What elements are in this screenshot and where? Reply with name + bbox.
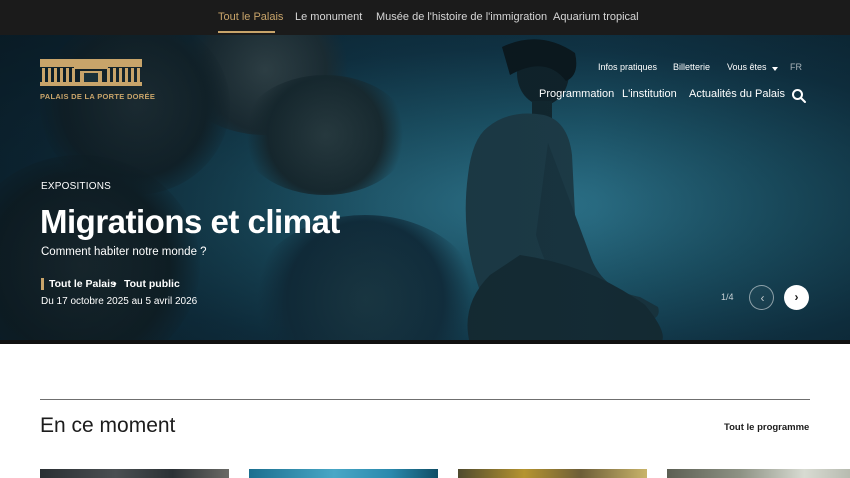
tab-musee-immigration[interactable]: Musée de l'histoire de l'immigration xyxy=(376,11,547,23)
infos-pratiques-link[interactable]: Infos pratiques xyxy=(598,62,657,72)
hero-dates: Du 17 octobre 2025 au 5 avril 2026 xyxy=(41,296,198,307)
event-card-thumbnail[interactable] xyxy=(249,469,438,478)
logo-wordmark: PALAIS DE LA PORTE DORÉE xyxy=(40,92,156,101)
tab-tout-le-palais[interactable]: Tout le Palais xyxy=(218,11,283,23)
site-switcher-bar: Tout le Palais Le monument Musée de l'hi… xyxy=(0,0,850,35)
search-icon[interactable] xyxy=(791,88,807,104)
tout-le-programme-link[interactable]: Tout le programme xyxy=(724,422,809,433)
event-card-thumbnail[interactable] xyxy=(40,469,229,478)
tab-le-monument[interactable]: Le monument xyxy=(295,11,362,23)
section-divider xyxy=(40,399,810,400)
carousel-prev-button[interactable]: ‹ xyxy=(749,285,774,310)
nav-institution[interactable]: L'institution xyxy=(622,88,677,100)
event-card-thumbnail[interactable] xyxy=(458,469,647,478)
hero-bottom-strip xyxy=(0,340,850,344)
slide-counter: 1/4 xyxy=(721,292,734,302)
event-card-thumbnail[interactable] xyxy=(667,469,850,478)
nav-actualites[interactable]: Actualités du Palais xyxy=(689,88,785,100)
active-tab-indicator xyxy=(218,31,275,33)
language-switch[interactable]: FR xyxy=(790,62,802,72)
meta-separator: • xyxy=(113,278,117,290)
nav-programmation[interactable]: Programmation xyxy=(539,88,614,100)
hero-carousel: PALAIS DE LA PORTE DORÉE Infos pratiques… xyxy=(0,35,850,344)
tab-aquarium-tropical[interactable]: Aquarium tropical xyxy=(553,11,639,23)
hero-audience-tag: Tout public xyxy=(124,278,180,290)
meta-accent-bar xyxy=(41,278,44,290)
palais-logo-icon[interactable] xyxy=(40,59,142,89)
hero-location-tag: Tout le Palais xyxy=(49,278,116,290)
caret-down-icon[interactable] xyxy=(772,67,778,71)
hero-category: EXPOSITIONS xyxy=(41,181,111,192)
section-title: En ce moment xyxy=(40,414,176,437)
billetterie-link[interactable]: Billetterie xyxy=(673,62,710,72)
hero-subtitle: Comment habiter notre monde ? xyxy=(41,246,207,258)
carousel-next-button[interactable]: › xyxy=(784,285,809,310)
hero-title[interactable]: Migrations et climat xyxy=(40,203,340,241)
chevron-left-icon: ‹ xyxy=(760,291,765,305)
vous-etes-dropdown[interactable]: Vous êtes xyxy=(727,62,767,72)
chevron-right-icon: › xyxy=(794,290,799,304)
